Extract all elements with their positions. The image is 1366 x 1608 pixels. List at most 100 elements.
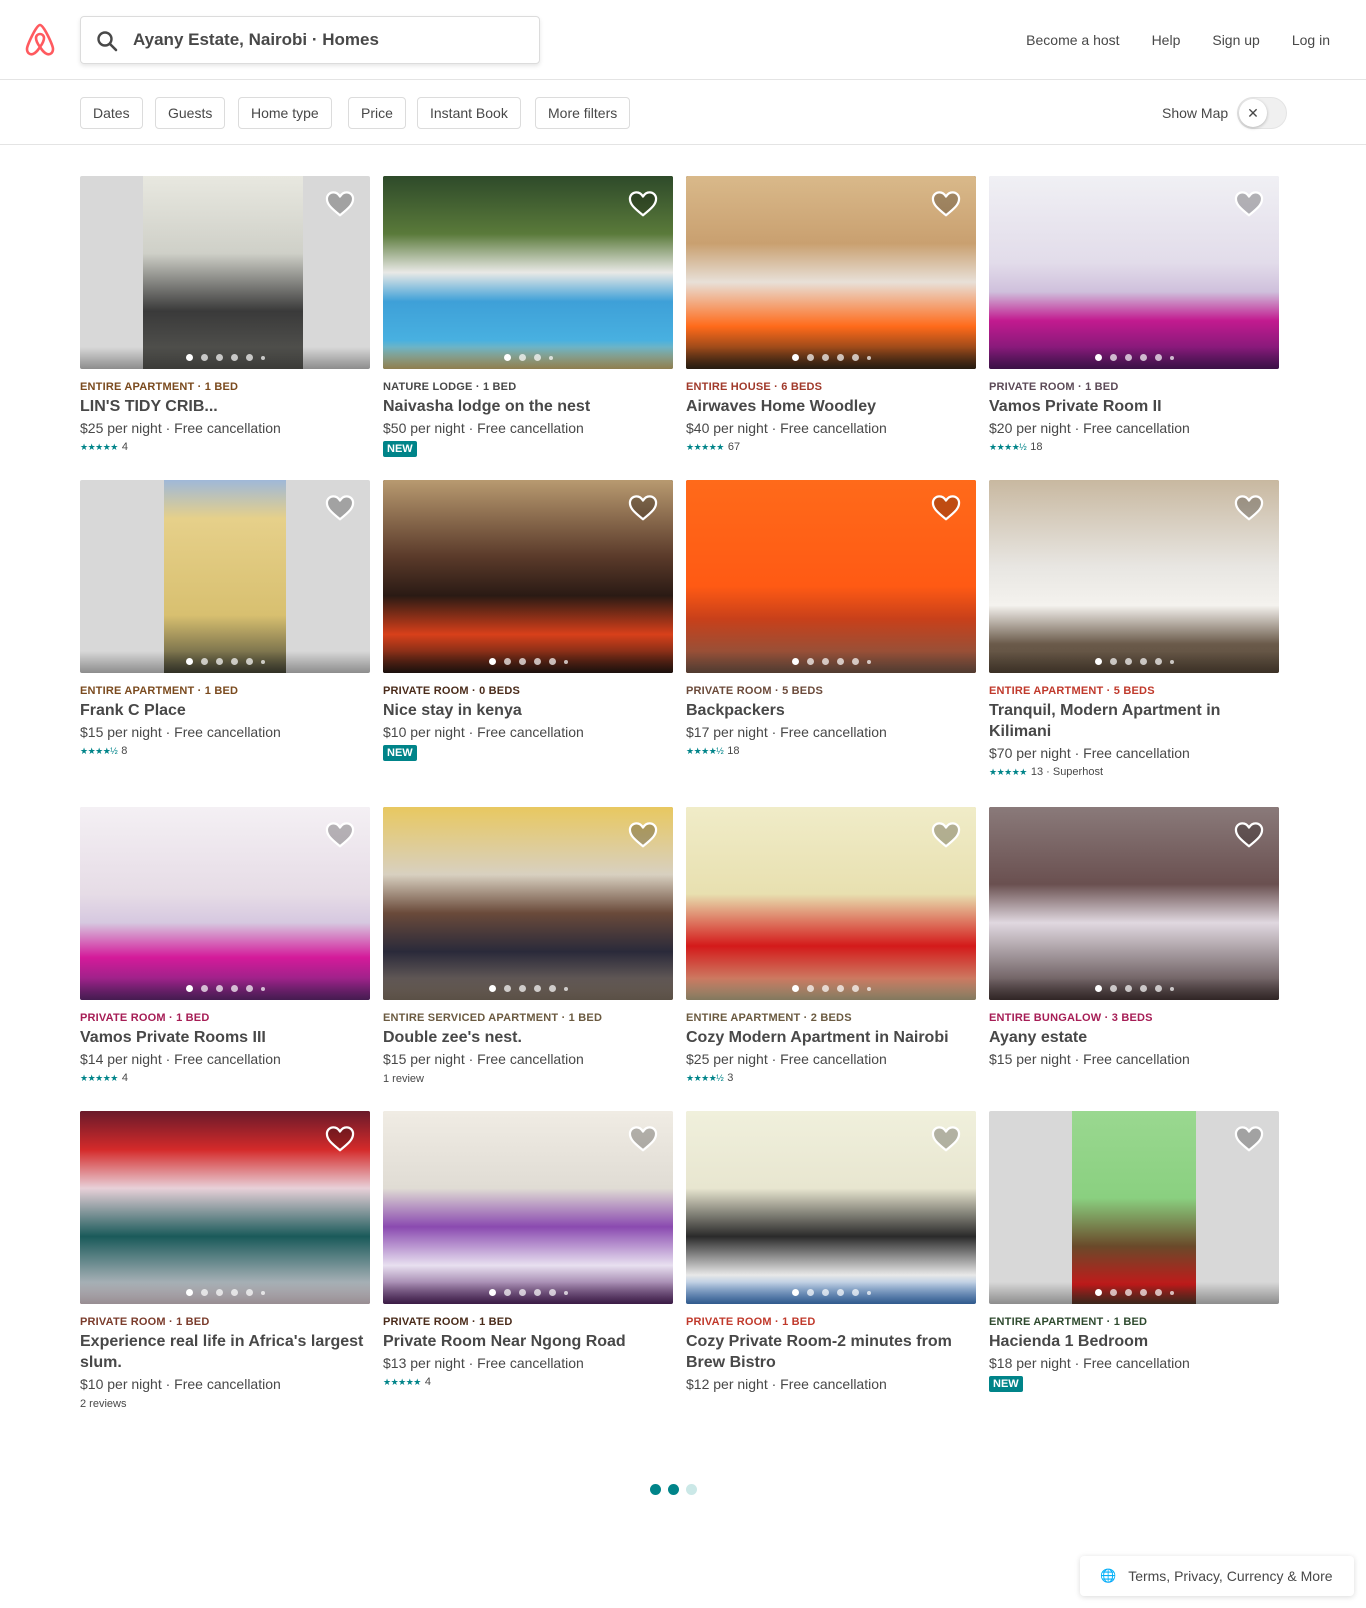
save-heart-icon[interactable] <box>325 821 355 849</box>
carousel-dot[interactable] <box>230 658 238 665</box>
carousel-dot[interactable] <box>230 985 238 992</box>
carousel-dot[interactable] <box>488 1289 496 1296</box>
listing-photo[interactable] <box>383 480 673 673</box>
listing-title[interactable]: Airwaves Home Woodley <box>686 396 976 417</box>
listing-card[interactable]: ENTIRE BUNGALOW · 3 BEDS Ayany estate $15 … <box>989 807 1279 1067</box>
carousel-dot[interactable] <box>200 1289 208 1296</box>
carousel-dot[interactable] <box>836 354 844 361</box>
carousel-dot[interactable] <box>791 985 799 992</box>
carousel-dot[interactable] <box>1139 1289 1147 1296</box>
listing-card[interactable]: ENTIRE SERVICED APARTMENT · 1 BED Double … <box>383 807 673 1085</box>
listing-card[interactable]: PRIVATE ROOM · 1 BED Cozy Private Room-2 … <box>686 1111 976 1392</box>
carousel-dot[interactable] <box>518 985 526 992</box>
carousel-dot[interactable] <box>518 1289 526 1296</box>
listing-photo[interactable] <box>686 176 976 369</box>
listing-card[interactable]: ENTIRE APARTMENT · 2 BEDS Cozy Modern Apa… <box>686 807 976 1084</box>
save-heart-icon[interactable] <box>1234 494 1264 522</box>
carousel-dot[interactable] <box>821 354 829 361</box>
carousel-dot[interactable] <box>1124 658 1132 665</box>
carousel-dot[interactable] <box>488 985 496 992</box>
carousel-dot[interactable] <box>215 354 223 361</box>
page-dot-2[interactable] <box>668 1484 679 1495</box>
carousel-dot[interactable] <box>866 659 871 664</box>
carousel-dot[interactable] <box>1124 985 1132 992</box>
save-heart-icon[interactable] <box>628 190 658 218</box>
listing-card[interactable]: PRIVATE ROOM · 1 BED Vamos Private Rooms … <box>80 807 370 1084</box>
carousel-dot[interactable] <box>1169 355 1174 360</box>
listing-card[interactable]: PRIVATE ROOM · 1 BED Private Room Near Ng… <box>383 1111 673 1388</box>
carousel-dot[interactable] <box>185 1289 193 1296</box>
carousel-dot[interactable] <box>503 985 511 992</box>
carousel-dot[interactable] <box>1109 1289 1117 1296</box>
carousel-dot[interactable] <box>1154 354 1162 361</box>
more-filters-button[interactable]: More filters <box>535 97 631 129</box>
listing-title[interactable]: Ayany estate <box>989 1027 1279 1048</box>
listing-title[interactable]: Naivasha lodge on the nest <box>383 396 673 417</box>
carousel-dot[interactable] <box>791 1289 799 1296</box>
carousel-dot[interactable] <box>836 658 844 665</box>
listing-card[interactable]: PRIVATE ROOM · 5 BEDS Backpackers $17 per … <box>686 480 976 757</box>
listing-photo[interactable] <box>686 1111 976 1304</box>
carousel-dot[interactable] <box>260 1290 265 1295</box>
carousel-dot[interactable] <box>1139 985 1147 992</box>
listing-card[interactable]: ENTIRE APARTMENT · 1 BED Frank C Place $15… <box>80 480 370 757</box>
carousel-dot[interactable] <box>563 986 568 991</box>
listing-title[interactable]: Tranquil, Modern Apartment in Kilimani <box>989 700 1279 742</box>
listing-photo[interactable] <box>80 1111 370 1304</box>
save-heart-icon[interactable] <box>1234 1125 1264 1153</box>
carousel-dot[interactable] <box>1109 985 1117 992</box>
listing-card[interactable]: ENTIRE HOUSE · 6 BEDS Airwaves Home Woodl… <box>686 176 976 453</box>
footer-link-button[interactable]: 🌐 Terms, Privacy, Currency & More <box>1080 1556 1354 1596</box>
listing-photo[interactable] <box>989 1111 1279 1304</box>
carousel-dot[interactable] <box>866 1290 871 1295</box>
carousel-dot[interactable] <box>260 355 265 360</box>
carousel-dot[interactable] <box>548 1289 556 1296</box>
listing-title[interactable]: LIN'S TIDY CRIB... <box>80 396 370 417</box>
listing-card[interactable]: PRIVATE ROOM · 1 BED Experience real life… <box>80 1111 370 1410</box>
listing-photo[interactable] <box>80 176 370 369</box>
carousel-dot[interactable] <box>1109 354 1117 361</box>
carousel-dot[interactable] <box>503 658 511 665</box>
save-heart-icon[interactable] <box>628 1125 658 1153</box>
carousel-dot[interactable] <box>791 354 799 361</box>
carousel-dot[interactable] <box>1169 659 1174 664</box>
listing-title[interactable]: Nice stay in kenya <box>383 700 673 721</box>
carousel-dot[interactable] <box>851 985 859 992</box>
listing-title[interactable]: Vamos Private Rooms III <box>80 1027 370 1048</box>
carousel-dot[interactable] <box>548 658 556 665</box>
carousel-dot[interactable] <box>836 1289 844 1296</box>
listing-card[interactable]: NATURE LODGE · 1 BED Naivasha lodge on th… <box>383 176 673 457</box>
carousel-dot[interactable] <box>806 658 814 665</box>
listing-card[interactable]: ENTIRE APARTMENT · 5 BEDS Tranquil, Moder… <box>989 480 1279 778</box>
carousel-dot[interactable] <box>215 985 223 992</box>
save-heart-icon[interactable] <box>628 494 658 522</box>
show-map-toggle[interactable]: ✕ <box>1237 97 1287 129</box>
listing-photo[interactable] <box>686 807 976 1000</box>
log-in-link[interactable]: Log in <box>1276 32 1346 48</box>
listing-photo[interactable] <box>383 1111 673 1304</box>
carousel-dot[interactable] <box>533 1289 541 1296</box>
save-heart-icon[interactable] <box>325 190 355 218</box>
carousel-dot[interactable] <box>1154 1289 1162 1296</box>
carousel-dot[interactable] <box>821 1289 829 1296</box>
carousel-dot[interactable] <box>260 986 265 991</box>
sign-up-link[interactable]: Sign up <box>1196 32 1275 48</box>
listing-photo[interactable] <box>383 176 673 369</box>
carousel-dot[interactable] <box>215 658 223 665</box>
dates-filter-button[interactable]: Dates <box>80 97 143 129</box>
carousel-dot[interactable] <box>518 658 526 665</box>
carousel-dot[interactable] <box>1109 658 1117 665</box>
carousel-dot[interactable] <box>866 355 871 360</box>
carousel-dot[interactable] <box>200 985 208 992</box>
carousel-dot[interactable] <box>806 985 814 992</box>
listing-title[interactable]: Private Room Near Ngong Road <box>383 1331 673 1352</box>
listing-photo[interactable] <box>686 480 976 673</box>
carousel-dot[interactable] <box>791 658 799 665</box>
carousel-dot[interactable] <box>215 1289 223 1296</box>
page-dot-3[interactable] <box>686 1484 697 1495</box>
carousel-dot[interactable] <box>488 658 496 665</box>
carousel-dot[interactable] <box>821 985 829 992</box>
listing-title[interactable]: Frank C Place <box>80 700 370 721</box>
listing-photo[interactable] <box>989 176 1279 369</box>
carousel-dot[interactable] <box>1124 1289 1132 1296</box>
